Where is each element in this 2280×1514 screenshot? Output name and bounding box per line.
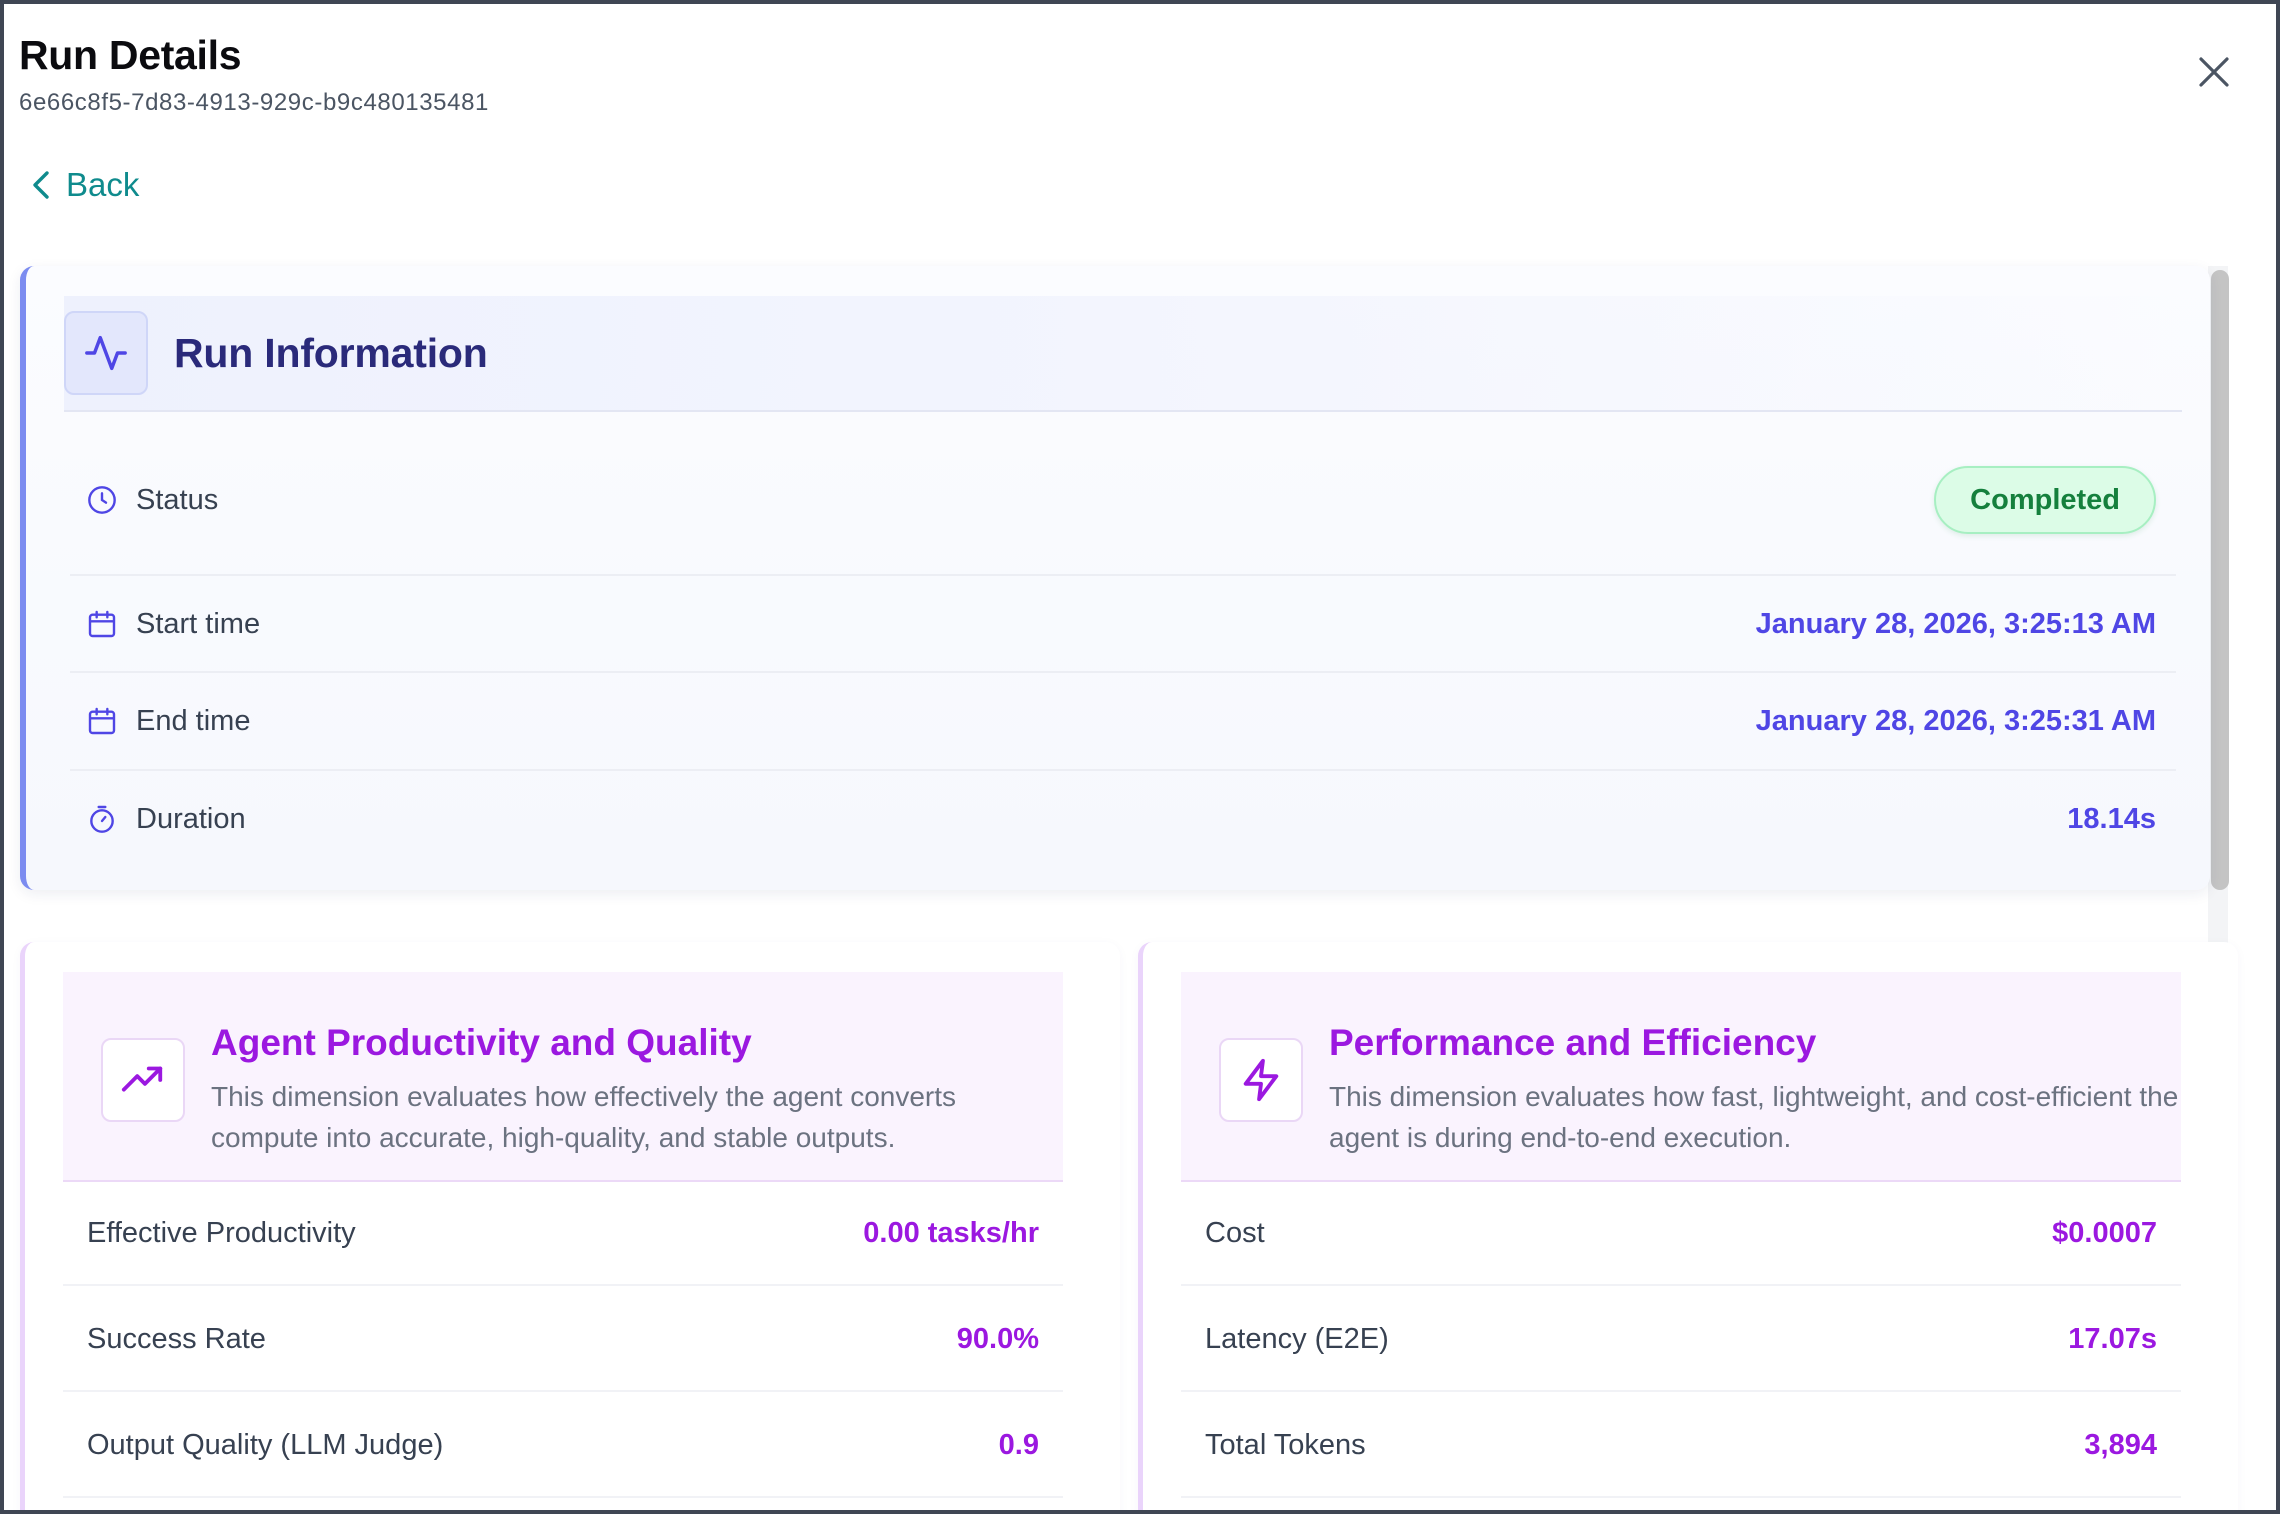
calendar-icon xyxy=(88,707,116,735)
status-badge: Completed xyxy=(1934,466,2156,534)
modal-header: Run Details 6e66c8f5-7d83-4913-929c-b9c4… xyxy=(19,32,489,117)
activity-icon xyxy=(85,335,127,371)
modal-title: Run Details xyxy=(19,32,242,78)
metric-row: Total Tokens 3,894 xyxy=(1181,1394,2181,1498)
performance-efficiency-header: Performance and Efficiency This dimensio… xyxy=(1181,972,2181,1182)
metric-row: Success Rate 90.0% xyxy=(63,1288,1063,1392)
metric-value: $0.0007 xyxy=(2052,1216,2157,1249)
agent-productivity-card: Agent Productivity and Quality This dime… xyxy=(20,942,1120,1510)
run-information-title: Run Information xyxy=(174,329,488,376)
run-information-card: Run Information Status Completed Start t… xyxy=(20,266,2210,890)
metric-label: Output Quality (LLM Judge) xyxy=(87,1428,444,1461)
back-button[interactable]: Back xyxy=(32,166,139,204)
metric-label: Total Tokens xyxy=(1205,1428,1366,1461)
calendar-icon xyxy=(88,610,116,638)
end-time-label: End time xyxy=(136,704,251,737)
lightning-icon xyxy=(1243,1058,1279,1102)
run-id: 6e66c8f5-7d83-4913-929c-b9c480135481 xyxy=(19,89,489,116)
run-information-icon-box xyxy=(64,311,148,395)
end-time-value: January 28, 2026, 3:25:31 AM xyxy=(1755,704,2156,737)
metric-label: Effective Productivity xyxy=(87,1216,356,1249)
metric-row: Cost $0.0007 xyxy=(1181,1182,2181,1286)
metric-value: 90.0% xyxy=(956,1322,1039,1355)
end-time-row: End time January 28, 2026, 3:25:31 AM xyxy=(70,673,2176,769)
trending-up-icon xyxy=(121,1066,163,1092)
status-row: Status Completed xyxy=(70,452,2176,548)
metric-value: 3,894 xyxy=(2084,1428,2157,1461)
metric-label: Success Rate xyxy=(87,1322,266,1355)
back-label: Back xyxy=(66,166,140,203)
chevron-left-icon xyxy=(33,171,49,199)
performance-efficiency-title: Performance and Efficiency xyxy=(1329,1022,1817,1063)
performance-efficiency-card: Performance and Efficiency This dimensio… xyxy=(1138,942,2238,1510)
duration-row: Duration 18.14s xyxy=(70,771,2176,867)
status-label: Status xyxy=(136,483,219,516)
agent-productivity-icon-box xyxy=(101,1038,185,1122)
run-details-modal: Run Details 6e66c8f5-7d83-4913-929c-b9c4… xyxy=(0,0,2280,1514)
close-button[interactable] xyxy=(2194,52,2234,92)
agent-productivity-header: Agent Productivity and Quality This dime… xyxy=(63,972,1063,1182)
duration-label: Duration xyxy=(136,802,246,835)
start-time-row: Start time January 28, 2026, 3:25:13 AM xyxy=(70,576,2176,672)
metric-label: Latency (E2E) xyxy=(1205,1322,1389,1355)
start-time-label: Start time xyxy=(136,607,261,640)
clock-icon xyxy=(88,486,116,514)
metric-value: 0.9 xyxy=(998,1428,1039,1461)
performance-efficiency-icon-box xyxy=(1219,1038,1303,1122)
metric-value: 17.07s xyxy=(2068,1322,2157,1355)
agent-productivity-description: This dimension evaluates how effectively… xyxy=(211,1081,957,1153)
metric-label: Cost xyxy=(1205,1216,1265,1249)
close-icon xyxy=(2199,57,2229,87)
start-time-value: January 28, 2026, 3:25:13 AM xyxy=(1755,607,2156,640)
performance-efficiency-description: This dimension evaluates how fast, light… xyxy=(1329,1081,2179,1153)
metric-row: Effective Productivity 0.00 tasks/hr xyxy=(63,1182,1063,1286)
metric-value: 0.00 tasks/hr xyxy=(863,1216,1039,1249)
metric-row: Latency (E2E) 17.07s xyxy=(1181,1288,2181,1392)
agent-productivity-title: Agent Productivity and Quality xyxy=(211,1022,752,1063)
modal-content: Run Information Status Completed Start t… xyxy=(20,266,2238,1510)
run-information-header: Run Information xyxy=(64,296,2182,412)
duration-value: 18.14s xyxy=(2067,802,2156,835)
metric-row: Output Quality (LLM Judge) 0.9 xyxy=(63,1394,1063,1498)
timer-icon xyxy=(90,805,114,833)
